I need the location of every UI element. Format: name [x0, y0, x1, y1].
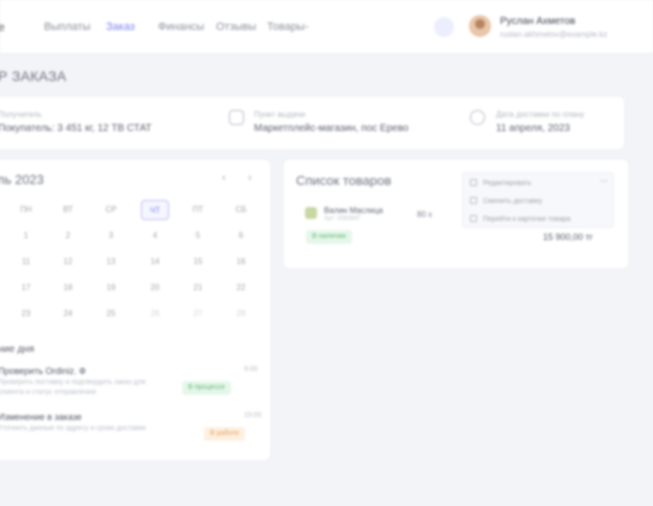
- calendar-day[interactable]: 25: [97, 304, 125, 324]
- calendar-day[interactable]: 27: [184, 304, 212, 324]
- logo: e: [0, 20, 5, 34]
- calendar-day[interactable]: 16: [227, 252, 255, 272]
- clock-icon: [470, 110, 485, 125]
- edit-icon: [470, 179, 477, 186]
- product-list-title: Список товаров: [296, 173, 392, 188]
- calendar-day[interactable]: 15: [184, 252, 212, 272]
- info-label: Дата доставки по плану: [496, 110, 585, 119]
- calendar-day[interactable]: 26: [141, 304, 169, 324]
- nav-link-finance[interactable]: Финансы: [158, 21, 204, 33]
- chevron-right-icon[interactable]: ›: [248, 172, 252, 184]
- info-value: Покупатель: 3 451 кг, 12 ТВ СТАТ: [0, 123, 152, 134]
- calendar-day[interactable]: 12: [54, 252, 82, 272]
- nav-link-payouts[interactable]: Выплаты: [44, 21, 90, 33]
- calendar-title: ль 2023: [0, 172, 44, 187]
- calendar-day[interactable]: 2: [54, 226, 82, 246]
- chevron-down-icon[interactable]: ⌄: [303, 20, 311, 31]
- task-time: 9:00: [244, 366, 258, 373]
- calendar-day[interactable]: 17: [12, 278, 40, 298]
- calendar-day[interactable]: 1: [12, 226, 40, 246]
- collapse-icon[interactable]: —: [600, 176, 608, 185]
- product-thumbnail: [305, 207, 317, 219]
- task-description: Проверить поставку и подтвердить заказ д…: [0, 379, 146, 396]
- info-value: Маркетплейс-магазин, пос Ерево: [254, 123, 409, 134]
- product-total: 15 900,00 тг: [543, 232, 593, 242]
- calendar-day[interactable]: 28: [227, 304, 255, 324]
- nav-link-orders[interactable]: Заказ: [106, 21, 135, 33]
- nav-link-products[interactable]: Товары: [267, 21, 305, 33]
- truck-icon: [470, 197, 477, 204]
- chevron-left-icon[interactable]: ‹: [222, 172, 226, 184]
- avatar[interactable]: [469, 15, 491, 37]
- menu-item-label: Перейти к карточке товара: [483, 216, 571, 223]
- top-navigation: e Выплаты Заказ Финансы Отзывы Товары ⌄ …: [0, 0, 653, 54]
- calendar-day[interactable]: 6: [227, 226, 255, 246]
- page-title: Р ЗАКАЗА: [0, 68, 67, 84]
- task-description: Уточнить данные по адресу и сроки достав…: [0, 425, 146, 432]
- weekday-label: ПТ: [192, 205, 204, 214]
- app-window: e Выплаты Заказ Финансы Отзывы Товары ⌄ …: [0, 0, 653, 506]
- weekday-label: СР: [105, 205, 117, 214]
- menu-item-change-delivery[interactable]: Сменить доставку: [470, 197, 542, 205]
- product-sku: Арт: 0093847: [324, 216, 361, 222]
- nav-link-reviews[interactable]: Отзывы: [216, 21, 256, 33]
- menu-item-label: Сменить доставку: [483, 198, 543, 205]
- calendar-day[interactable]: 20: [141, 278, 169, 298]
- info-value: 11 апреля, 2023: [496, 123, 570, 134]
- calendar-icon: [229, 110, 244, 125]
- status-badge: В процессе: [182, 381, 231, 395]
- calendar-day[interactable]: 23: [12, 304, 40, 324]
- calendar-day[interactable]: 5: [184, 226, 212, 246]
- weekday-label: ПН: [20, 205, 32, 214]
- product-name[interactable]: Валин Маслица: [324, 206, 383, 215]
- tasks-title: ние дня: [0, 344, 35, 355]
- stock-badge: В наличии: [306, 230, 352, 244]
- menu-item-label: Редактировать: [483, 180, 532, 187]
- calendar-day[interactable]: 13: [97, 252, 125, 272]
- calendar-day[interactable]: 24: [54, 304, 82, 324]
- info-label: Получатель: [0, 110, 42, 119]
- user-name: Руслан Ахметов: [500, 16, 576, 27]
- menu-item-edit[interactable]: Редактировать: [470, 179, 531, 187]
- calendar-day[interactable]: 21: [184, 278, 212, 298]
- notification-icon[interactable]: [434, 17, 454, 37]
- user-email: ruslan.akhmetov@example.kz: [500, 30, 608, 39]
- calendar-day[interactable]: 22: [227, 278, 255, 298]
- info-delivery-date: Дата доставки по плану 11 апреля, 2023: [496, 110, 584, 134]
- info-label: Пункт выдачи: [254, 110, 306, 119]
- status-badge: В работе: [204, 427, 246, 441]
- calendar-day[interactable]: 14: [141, 252, 169, 272]
- calendar-day[interactable]: 3: [97, 226, 125, 246]
- weekday-label: СБ: [235, 205, 247, 214]
- product-quantity: 80 х: [417, 210, 433, 219]
- calendar-day[interactable]: 19: [97, 278, 125, 298]
- link-icon: [470, 215, 477, 222]
- info-recipient: Получатель Покупатель: 3 451 кг, 12 ТВ С…: [0, 110, 152, 134]
- calendar-day[interactable]: 4: [141, 226, 169, 246]
- weekday-label: ВТ: [63, 205, 73, 214]
- calendar-day[interactable]: 18: [54, 278, 82, 298]
- task-name[interactable]: Изменение в заказе: [0, 412, 82, 422]
- calendar-day[interactable]: 11: [12, 252, 40, 272]
- task-name[interactable]: Проверить Ordiniz. Ф: [0, 366, 86, 376]
- menu-item-open-product[interactable]: Перейти к карточке товара: [470, 215, 570, 223]
- info-pickup: Пункт выдачи Маркетплейс-магазин, пос Ер…: [254, 110, 408, 134]
- task-time: 15:00: [244, 412, 262, 419]
- weekday-label-selected[interactable]: ЧТ: [141, 200, 169, 220]
